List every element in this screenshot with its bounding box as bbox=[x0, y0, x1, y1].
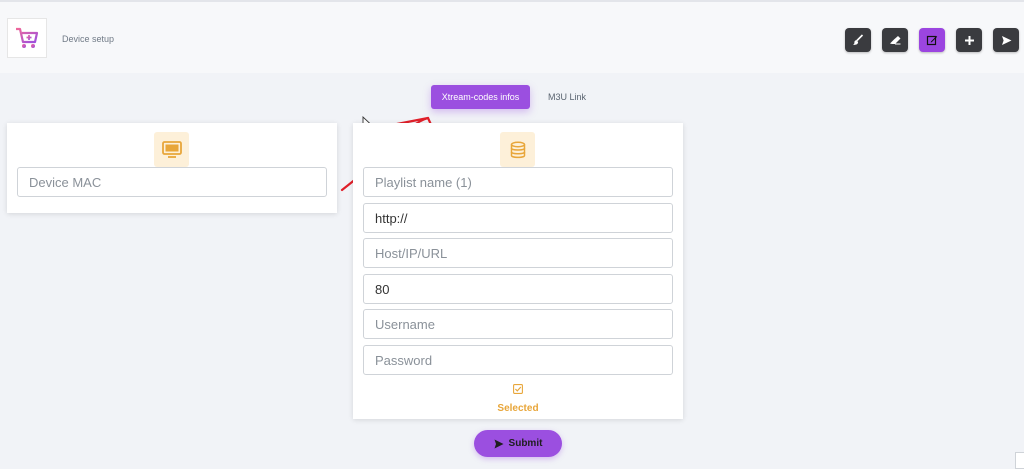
submit-button[interactable]: Submit bbox=[474, 430, 562, 457]
device-card bbox=[7, 123, 337, 213]
password-input[interactable] bbox=[363, 345, 673, 375]
plus-icon bbox=[964, 35, 974, 45]
username-input[interactable] bbox=[363, 309, 673, 339]
send-icon bbox=[1001, 35, 1011, 45]
send-button[interactable] bbox=[993, 28, 1019, 52]
toolbar bbox=[845, 28, 1019, 52]
brush-button[interactable] bbox=[845, 28, 871, 52]
selected-label: Selected bbox=[497, 403, 539, 414]
playlist-name-input[interactable] bbox=[363, 167, 673, 197]
protocol-input[interactable] bbox=[363, 203, 673, 233]
eraser-button[interactable] bbox=[882, 28, 908, 52]
tab-m3u-link[interactable]: M3U Link bbox=[548, 92, 586, 102]
selected-indicator[interactable]: Selected bbox=[353, 381, 683, 414]
edit-icon bbox=[926, 35, 938, 46]
tab-bar: Xtream-codes infos M3U Link bbox=[431, 85, 586, 109]
submit-label: Submit bbox=[508, 438, 543, 449]
page-title: Device setup bbox=[62, 34, 115, 44]
playlist-card: Selected bbox=[353, 123, 683, 419]
edit-button[interactable] bbox=[919, 28, 945, 52]
checkbox-icon[interactable] bbox=[513, 384, 523, 394]
eraser-icon bbox=[890, 36, 901, 45]
device-mac-input[interactable] bbox=[17, 167, 327, 197]
brush-icon bbox=[853, 34, 864, 45]
scroll-corner bbox=[1015, 452, 1024, 469]
host-input[interactable] bbox=[363, 238, 673, 268]
database-icon bbox=[500, 132, 535, 167]
top-bar: Device setup bbox=[0, 0, 1024, 73]
send-icon bbox=[494, 439, 504, 448]
cart-plus-icon[interactable] bbox=[7, 18, 47, 58]
plus-button[interactable] bbox=[956, 28, 982, 52]
monitor-icon bbox=[154, 132, 189, 167]
port-input[interactable] bbox=[363, 274, 673, 304]
